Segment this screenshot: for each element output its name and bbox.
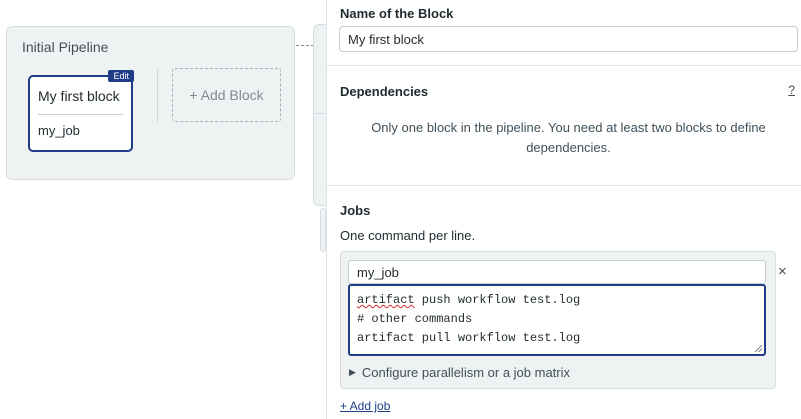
job-editor: artifact push workflow test.log # other … xyxy=(340,251,776,389)
command-line: artifact push workflow test.log xyxy=(357,291,757,310)
configure-parallelism-toggle[interactable]: ▶ Configure parallelism or a job matrix xyxy=(349,365,570,380)
promotions-card-edge xyxy=(313,24,327,206)
command-line: artifact pull workflow test.log xyxy=(357,331,581,345)
add-job-link[interactable]: + Add job xyxy=(340,399,390,413)
section-divider xyxy=(327,65,801,66)
block-divider xyxy=(157,69,158,122)
command-text: push workflow test.log xyxy=(414,293,581,307)
add-block-button[interactable]: + Add Block xyxy=(172,68,281,122)
block-job-name: my_job xyxy=(38,123,80,138)
block-separator xyxy=(38,114,123,115)
dashed-connector xyxy=(296,45,314,46)
configure-parallelism-label: Configure parallelism or a job matrix xyxy=(361,365,571,380)
close-icon[interactable]: × xyxy=(778,264,787,279)
block-name: My first block xyxy=(38,88,120,104)
dependencies-message: Only one block in the pipeline. You need… xyxy=(371,120,766,155)
dependencies-help-link[interactable]: ? xyxy=(788,83,795,97)
pipeline-card: Initial Pipeline Edit My first block my_… xyxy=(6,26,295,180)
job-commands-textarea[interactable]: artifact push workflow test.log # other … xyxy=(348,284,766,356)
textarea-resize-icon[interactable] xyxy=(755,345,762,352)
jobs-title: Jobs xyxy=(340,203,371,218)
section-divider xyxy=(327,185,801,186)
triangle-right-icon: ▶ xyxy=(349,367,356,377)
job-name-input[interactable] xyxy=(348,260,766,284)
command-line: # other commands xyxy=(357,312,473,326)
block-edit-panel: Name of the Block Dependencies ? Only on… xyxy=(326,0,801,419)
block-card-my-first-block[interactable]: Edit My first block my_job xyxy=(28,70,134,152)
jobs-subtitle: One command per line. xyxy=(340,228,476,243)
pipeline-title: Initial Pipeline xyxy=(22,39,109,55)
block-name-label: Name of the Block xyxy=(340,6,454,21)
promotions-card-divider xyxy=(313,113,327,114)
edit-badge[interactable]: Edit xyxy=(108,70,134,82)
block-name-input[interactable] xyxy=(339,26,798,52)
command-word: artifact xyxy=(357,293,415,307)
dependencies-title: Dependencies xyxy=(340,84,429,99)
